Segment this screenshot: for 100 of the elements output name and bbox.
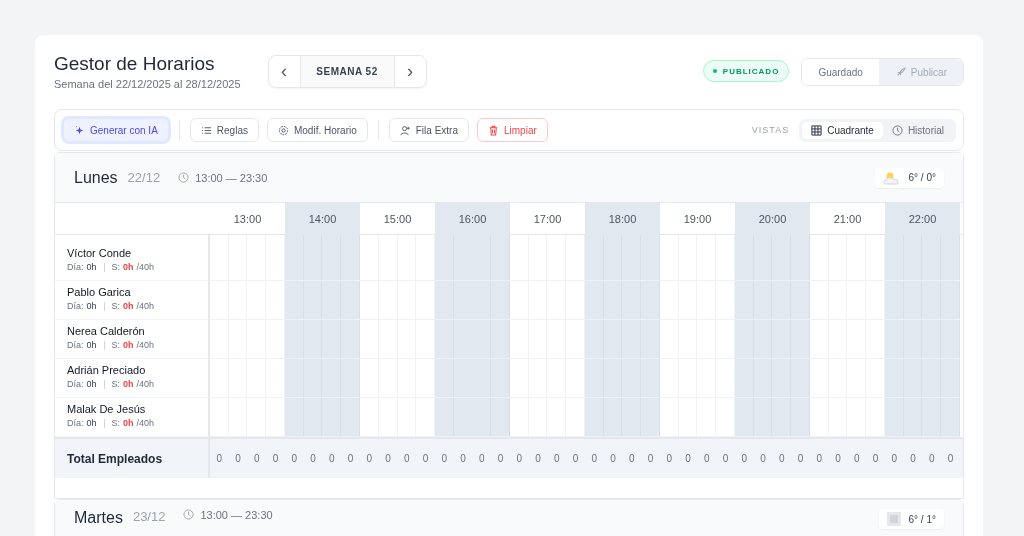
opening-hours: 13:00 — 23:30: [200, 509, 273, 521]
time-slot[interactable]: [510, 281, 585, 320]
time-slot[interactable]: [585, 235, 660, 281]
time-slot[interactable]: [810, 359, 885, 398]
week-hours: 0h: [123, 301, 134, 311]
total-count: 0: [684, 453, 692, 464]
day-hours: 0h: [86, 262, 97, 272]
extra-row-button[interactable]: Fila Extra: [388, 118, 469, 142]
time-slot[interactable]: [585, 320, 660, 359]
total-count: 0: [590, 453, 599, 464]
time-slot[interactable]: [435, 235, 510, 281]
time-slot[interactable]: [210, 398, 285, 437]
clear-button[interactable]: Limpiar: [477, 118, 548, 142]
time-slot[interactable]: [885, 398, 960, 437]
time-slot[interactable]: [585, 281, 660, 320]
total-count: 0: [215, 453, 224, 464]
time-slot[interactable]: [660, 398, 735, 437]
time-slot[interactable]: [585, 398, 660, 437]
total-count: 0: [403, 453, 411, 464]
day-name: Lunes: [74, 168, 118, 187]
time-slot[interactable]: [735, 235, 810, 281]
time-slot[interactable]: [360, 398, 435, 437]
time-slot[interactable]: [885, 235, 960, 281]
hour-header: 21:00: [832, 211, 863, 227]
time-slot[interactable]: [660, 359, 735, 398]
time-slot[interactable]: [285, 320, 360, 359]
total-count: 0: [553, 453, 561, 464]
week-hours-label: S:: [111, 340, 121, 350]
employee-name: Víctor Conde: [67, 247, 133, 259]
time-slot[interactable]: [660, 281, 735, 320]
total-count: 0: [946, 453, 955, 464]
time-slot[interactable]: [285, 235, 360, 281]
rules-button[interactable]: Reglas: [189, 118, 259, 142]
total-count: 0: [928, 453, 936, 464]
day-hours-label: Día:: [67, 301, 84, 311]
week-limit: /40h: [136, 301, 155, 311]
generate-ai-button[interactable]: Generar con IA: [63, 118, 169, 142]
hour-header: 14:00: [285, 203, 360, 234]
time-slot[interactable]: [810, 235, 885, 281]
total-count: 0: [515, 453, 524, 464]
time-slot[interactable]: [285, 281, 360, 320]
hour-header: 17:00: [532, 211, 563, 227]
time-slot[interactable]: [885, 281, 960, 320]
time-slot[interactable]: [510, 320, 585, 359]
total-count: 0: [234, 453, 242, 464]
temperature: 6° / 1°: [908, 513, 936, 525]
time-slot[interactable]: [735, 320, 810, 359]
time-slot[interactable]: [210, 320, 285, 359]
time-slot[interactable]: [585, 359, 660, 398]
week-hours: 0h: [123, 340, 134, 350]
total-count: 0: [815, 453, 824, 464]
time-slot[interactable]: [735, 398, 810, 437]
total-count: 0: [646, 453, 655, 464]
trash-icon: [488, 124, 499, 136]
week-hours: 0h: [123, 379, 134, 389]
time-slot[interactable]: [435, 398, 510, 437]
time-slot[interactable]: [210, 235, 285, 281]
time-slot[interactable]: [210, 281, 285, 320]
total-count: 0: [609, 453, 617, 464]
week-hours-label: S:: [111, 301, 121, 311]
time-slot[interactable]: [810, 398, 885, 437]
time-slot[interactable]: [360, 359, 435, 398]
time-slot[interactable]: [210, 359, 285, 398]
time-slot[interactable]: [810, 281, 885, 320]
time-slot[interactable]: [285, 359, 360, 398]
total-count: 0: [871, 453, 880, 464]
time-slot[interactable]: [510, 359, 585, 398]
time-slot[interactable]: [435, 359, 510, 398]
time-slot[interactable]: [510, 398, 585, 437]
modify-schedule-button[interactable]: Modif. Horario: [266, 118, 368, 142]
sparkle-icon: [74, 124, 85, 136]
time-slot[interactable]: [735, 359, 810, 398]
total-count: 0: [440, 453, 449, 464]
time-slot[interactable]: [660, 320, 735, 359]
time-slot[interactable]: [360, 281, 435, 320]
time-slot[interactable]: [885, 359, 960, 398]
time-slot[interactable]: [360, 320, 435, 359]
time-slot[interactable]: [660, 235, 735, 281]
time-slot[interactable]: [285, 398, 360, 437]
total-count: 0: [890, 453, 899, 464]
employee-name: Nerea Calderón: [67, 325, 146, 337]
time-slot[interactable]: [810, 320, 885, 359]
day-hours-label: Día:: [67, 262, 84, 272]
image-placeholder-icon: [886, 512, 901, 526]
view-tab[interactable]: Cuadrante: [802, 121, 883, 139]
day-hours: 0h: [86, 379, 97, 389]
cloud-sun-icon: [882, 170, 901, 185]
time-slot[interactable]: [735, 281, 810, 320]
week-limit: /40h: [136, 262, 155, 272]
time-slot[interactable]: [435, 320, 510, 359]
total-count: 0: [309, 453, 317, 464]
week-hours-label: S:: [111, 379, 121, 389]
time-slot[interactable]: [510, 235, 585, 281]
time-slot[interactable]: [885, 320, 960, 359]
total-count: 0: [665, 453, 674, 464]
time-slot[interactable]: [360, 235, 435, 281]
clock-icon: [178, 172, 190, 183]
time-slot[interactable]: [435, 281, 510, 320]
view-tab[interactable]: Historial: [882, 121, 953, 139]
clock-icon: [183, 509, 195, 520]
